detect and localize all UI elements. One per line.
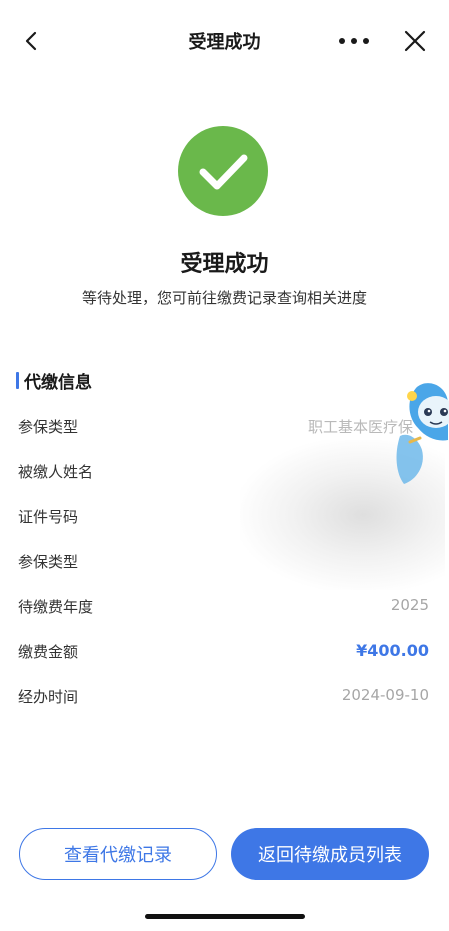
- mascot-icon[interactable]: [386, 380, 449, 490]
- view-payment-records-button[interactable]: 查看代缴记录: [19, 828, 217, 880]
- section-header: 代缴信息: [16, 369, 92, 393]
- close-icon[interactable]: [402, 28, 428, 54]
- result-title: 受理成功: [180, 252, 269, 277]
- row-label: 经办时间: [18, 688, 79, 706]
- section-title: 代缴信息: [24, 372, 92, 393]
- info-row-id-number: 证件号码: [0, 494, 449, 538]
- row-value-amount: ¥400.00: [356, 641, 429, 660]
- info-row-amount: 缴费金额 ¥400.00: [0, 629, 449, 673]
- home-indicator: [145, 914, 305, 919]
- nav-bar: 受理成功: [0, 0, 449, 82]
- check-circle-icon: [178, 126, 268, 216]
- row-label: 缴费金额: [18, 643, 79, 661]
- info-row-process-time: 经办时间 2024-09-10: [0, 674, 449, 718]
- row-label: 证件号码: [18, 508, 79, 526]
- row-value: 2025: [390, 596, 429, 614]
- more-dots-icon[interactable]: [337, 31, 371, 51]
- page-title: 受理成功: [188, 32, 261, 53]
- info-row-insurance-type: 参保类型 职工基本医疗保: [0, 404, 449, 448]
- row-label: 被缴人姓名: [18, 463, 94, 481]
- info-row-payment-year: 待缴费年度 2025: [0, 584, 449, 628]
- back-to-member-list-button[interactable]: 返回待缴成员列表: [231, 828, 429, 880]
- row-label: 参保类型: [18, 418, 79, 436]
- row-label: 待缴费年度: [18, 598, 94, 616]
- result-subtitle: 等待处理，您可前往缴费记录查询相关进度: [81, 289, 367, 307]
- row-value: 2024-09-10: [341, 686, 429, 704]
- info-row-payee-name: 被缴人姓名: [0, 449, 449, 493]
- row-label: 参保类型: [18, 553, 79, 571]
- info-row-insurance-type-2: 参保类型: [0, 539, 449, 583]
- section-accent-bar: [16, 371, 19, 389]
